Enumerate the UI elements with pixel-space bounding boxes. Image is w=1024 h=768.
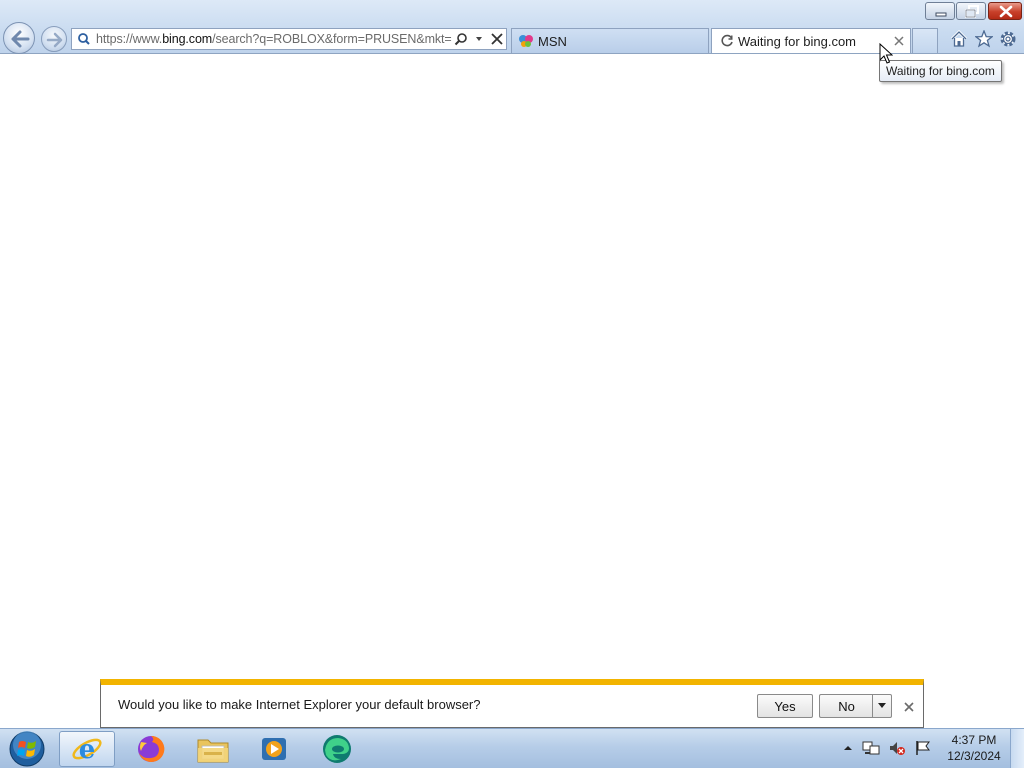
tools-button[interactable] bbox=[998, 29, 1018, 49]
address-search-button[interactable] bbox=[452, 29, 470, 49]
tab-tooltip: Waiting for bing.com bbox=[879, 60, 1002, 82]
show-desktop-button[interactable] bbox=[1010, 729, 1024, 768]
forward-arrow-icon bbox=[46, 32, 63, 48]
loading-spinner-icon bbox=[716, 34, 738, 48]
notification-message: Would you like to make Internet Explorer… bbox=[118, 697, 481, 712]
media-player-icon bbox=[262, 738, 286, 760]
close-window-button[interactable] bbox=[988, 2, 1022, 20]
windows-start-orb-icon bbox=[9, 731, 45, 767]
show-hidden-icons-icon[interactable] bbox=[842, 742, 854, 757]
system-tray bbox=[842, 729, 932, 768]
browser-frame: https://www.bing.com/search?q=ROBLOX&for… bbox=[0, 0, 1024, 54]
address-url[interactable]: https://www.bing.com/search?q=ROBLOX&for… bbox=[96, 32, 452, 46]
edge-icon bbox=[323, 735, 351, 763]
taskbar-internet-explorer[interactable]: e bbox=[59, 731, 115, 767]
favorites-star-icon bbox=[975, 30, 993, 48]
taskbar: e 4:37 PM 12/3/2024 bbox=[0, 728, 1024, 768]
taskbar-media-player[interactable] bbox=[246, 731, 302, 767]
back-arrow-icon bbox=[11, 30, 30, 48]
no-button[interactable]: No bbox=[819, 694, 873, 718]
file-explorer-icon bbox=[197, 739, 229, 763]
magnifier-icon bbox=[454, 33, 467, 46]
clock-time: 4:37 PM bbox=[951, 733, 997, 747]
close-icon bbox=[894, 36, 904, 46]
no-options-dropdown[interactable] bbox=[872, 694, 892, 718]
clock-date: 12/3/2024 bbox=[947, 749, 1001, 763]
mouse-cursor-icon bbox=[879, 43, 893, 64]
chevron-down-icon bbox=[476, 37, 482, 41]
back-button[interactable] bbox=[3, 22, 35, 54]
tab-label: Waiting for bing.com bbox=[738, 33, 857, 49]
taskbar-firefox[interactable] bbox=[123, 731, 179, 767]
network-icon[interactable] bbox=[862, 739, 880, 760]
volume-muted-icon[interactable] bbox=[888, 739, 906, 760]
taskbar-edge[interactable] bbox=[309, 731, 365, 767]
favorites-button[interactable] bbox=[974, 29, 994, 49]
chevron-down-icon bbox=[878, 703, 886, 708]
internet-explorer-icon: e bbox=[72, 735, 102, 765]
page-content-area bbox=[0, 55, 1024, 679]
default-browser-notification: Would you like to make Internet Explorer… bbox=[100, 679, 924, 728]
taskbar-clock[interactable]: 4:37 PM 12/3/2024 bbox=[940, 732, 1008, 764]
home-icon bbox=[950, 30, 968, 47]
home-button[interactable] bbox=[949, 29, 969, 49]
gear-icon bbox=[1000, 31, 1016, 47]
minimize-button[interactable] bbox=[925, 2, 955, 20]
yes-button[interactable]: Yes bbox=[757, 694, 813, 718]
tab-label: MSN bbox=[538, 33, 567, 49]
search-icon bbox=[72, 29, 96, 49]
address-bar[interactable]: https://www.bing.com/search?q=ROBLOX&for… bbox=[71, 28, 507, 50]
taskbar-file-explorer[interactable] bbox=[185, 731, 241, 767]
close-notification-button[interactable] bbox=[901, 699, 917, 715]
firefox-icon bbox=[138, 735, 165, 762]
action-center-flag-icon[interactable] bbox=[914, 739, 932, 760]
stop-x-icon bbox=[491, 33, 503, 45]
stop-button[interactable] bbox=[488, 29, 506, 49]
close-icon bbox=[999, 5, 1013, 18]
forward-button[interactable] bbox=[41, 26, 67, 52]
msn-butterfly-icon bbox=[516, 34, 538, 48]
restore-icon bbox=[965, 5, 979, 18]
new-tab-button[interactable] bbox=[912, 28, 938, 53]
svg-text:e: e bbox=[79, 735, 96, 765]
address-dropdown-button[interactable] bbox=[470, 29, 488, 49]
minimize-icon bbox=[935, 12, 947, 17]
restore-button[interactable] bbox=[956, 2, 986, 20]
start-button[interactable] bbox=[5, 731, 49, 767]
tab-msn[interactable]: MSN bbox=[511, 28, 709, 53]
close-icon bbox=[904, 702, 914, 712]
